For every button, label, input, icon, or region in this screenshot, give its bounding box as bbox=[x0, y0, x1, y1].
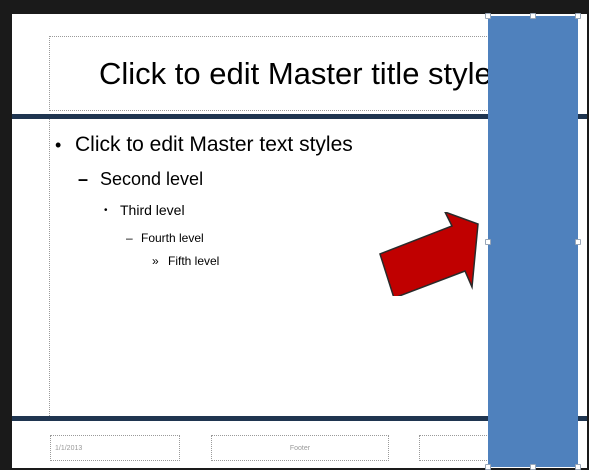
date-text: 1/1/2013 bbox=[55, 444, 83, 452]
footer-placeholder[interactable]: Footer bbox=[211, 435, 389, 461]
level-4-text: Fourth level bbox=[141, 231, 204, 245]
level-1-text: Click to edit Master text styles bbox=[75, 133, 353, 156]
resize-handle-top[interactable] bbox=[530, 13, 536, 19]
chevron-double-right-icon: » bbox=[152, 254, 159, 268]
resize-handle-bottom-left[interactable] bbox=[485, 464, 491, 470]
level-2-text: Second level bbox=[100, 169, 204, 189]
dash-icon: – bbox=[78, 169, 89, 189]
level-1-item: • Click to edit Master text styles bbox=[55, 133, 353, 157]
dash-icon: – bbox=[126, 231, 133, 245]
level-3-text: Third level bbox=[120, 202, 185, 218]
footer-text: Footer bbox=[289, 444, 311, 452]
resize-handle-bottom-right[interactable] bbox=[575, 464, 581, 470]
resize-handle-top-left[interactable] bbox=[485, 13, 491, 19]
level-5-text: Fifth level bbox=[168, 254, 220, 268]
title-text: Click to edit Master title style bbox=[99, 55, 492, 91]
arrow-shape bbox=[379, 212, 479, 296]
selected-rectangle-shape[interactable] bbox=[488, 16, 578, 467]
level-3-item: • Third level bbox=[104, 202, 185, 218]
level-4-item: – Fourth level bbox=[126, 231, 204, 245]
level-2-item: – Second level bbox=[78, 169, 203, 190]
resize-handle-left[interactable] bbox=[485, 239, 491, 245]
resize-handle-bottom[interactable] bbox=[530, 464, 536, 470]
resize-handle-top-right[interactable] bbox=[575, 13, 581, 19]
title-placeholder[interactable]: Click to edit Master title style bbox=[49, 36, 519, 111]
bullet-icon: • bbox=[104, 205, 108, 216]
right-arrow-icon[interactable] bbox=[376, 212, 488, 296]
bullet-icon: • bbox=[55, 135, 62, 155]
date-placeholder[interactable]: 1/1/2013 bbox=[50, 435, 180, 461]
level-5-item: » Fifth level bbox=[152, 254, 219, 268]
resize-handle-right[interactable] bbox=[575, 239, 581, 245]
